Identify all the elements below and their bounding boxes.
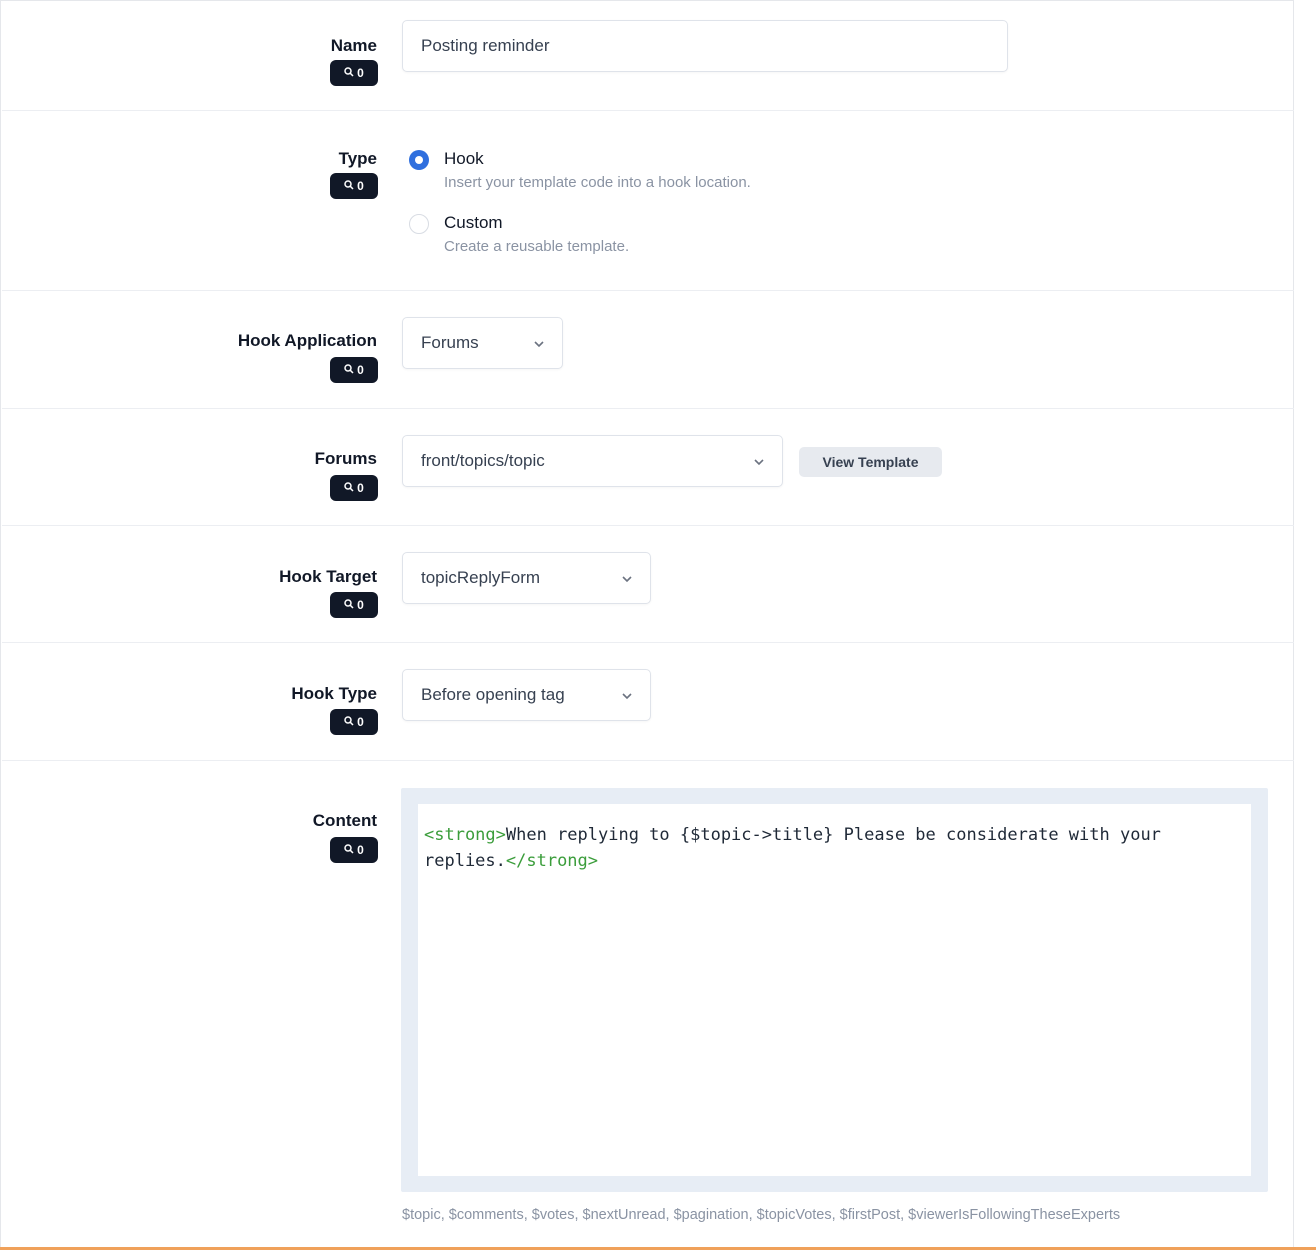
name-input-value: Posting reminder xyxy=(421,36,550,55)
hook-type-select[interactable]: Before opening tag xyxy=(402,669,651,721)
code-editor[interactable]: <strong>When replying to {$topic->title}… xyxy=(418,804,1251,1176)
form-row-hook-application: Hook Application 0 Forums xyxy=(2,291,1294,409)
chevron-down-icon xyxy=(620,688,634,702)
search-count-badge[interactable]: 0 xyxy=(330,60,378,86)
code-open-tag: <strong> xyxy=(424,825,506,845)
search-icon xyxy=(344,179,354,193)
radio-hook[interactable] xyxy=(409,150,429,170)
code-close-tag: </strong> xyxy=(505,851,599,871)
field-label-type: Type xyxy=(338,149,377,168)
search-icon xyxy=(344,843,354,857)
search-count-badge[interactable]: 0 xyxy=(330,475,378,501)
badge-count: 0 xyxy=(357,481,364,495)
form-row-name: Name 0 Posting reminder xyxy=(2,1,1294,111)
field-label-content: Content xyxy=(312,811,377,830)
field-label-hook-application: Hook Application xyxy=(237,331,377,350)
badge-count: 0 xyxy=(357,363,364,377)
chevron-down-icon xyxy=(532,336,546,350)
form-row-hook-type: Hook Type 0 Before opening tag xyxy=(2,643,1294,761)
search-count-badge[interactable]: 0 xyxy=(330,173,378,199)
search-count-badge[interactable]: 0 xyxy=(330,709,378,735)
radio-custom-description: Create a reusable template. xyxy=(444,238,630,255)
label-column: Type xyxy=(339,149,377,169)
label-column: Hook Type xyxy=(291,684,377,704)
forums-template-value: front/topics/topic xyxy=(421,451,545,470)
search-icon xyxy=(344,66,354,80)
view-template-button[interactable]: View Template xyxy=(799,447,942,477)
badge-count: 0 xyxy=(357,179,364,193)
chevron-down-icon xyxy=(620,571,634,585)
hook-type-value: Before opening tag xyxy=(421,685,565,704)
badge-count: 0 xyxy=(357,843,364,857)
badge-count: 0 xyxy=(357,598,364,612)
search-icon xyxy=(344,715,354,729)
hook-target-value: topicReplyForm xyxy=(421,568,541,587)
label-column: Content xyxy=(313,811,377,831)
hook-target-select[interactable]: topicReplyForm xyxy=(402,552,651,604)
label-column: Forums xyxy=(315,449,377,469)
radio-hook-title: Hook xyxy=(444,149,484,168)
search-icon xyxy=(344,481,354,495)
search-icon xyxy=(344,598,354,612)
field-label-hook-type: Hook Type xyxy=(291,684,377,703)
field-label-hook-target: Hook Target xyxy=(279,567,377,586)
form-row-forums: Forums 0 front/topics/topic View Templat… xyxy=(2,409,1294,526)
form-container: Name 0 Posting reminder Type 0 Hook Inse… xyxy=(0,0,1294,1248)
chevron-down-icon xyxy=(752,454,766,468)
badge-count: 0 xyxy=(357,715,364,729)
hook-application-select[interactable]: Forums xyxy=(402,317,563,369)
badge-count: 0 xyxy=(357,66,364,80)
radio-custom[interactable] xyxy=(409,214,429,234)
field-label-name: Name xyxy=(330,36,377,55)
search-count-badge[interactable]: 0 xyxy=(330,357,378,383)
available-variables: $topic, $comments, $votes, $nextUnread, … xyxy=(402,1207,1121,1223)
search-count-badge[interactable]: 0 xyxy=(330,837,378,863)
hook-application-value: Forums xyxy=(421,333,479,352)
label-column: Hook Application xyxy=(238,331,377,351)
field-label-forums: Forums xyxy=(314,449,377,468)
label-column: Name xyxy=(331,36,377,56)
radio-hook-description: Insert your template code into a hook lo… xyxy=(444,174,751,191)
label-column: Hook Target xyxy=(279,567,377,587)
form-row-type: Type 0 Hook Insert your template code in… xyxy=(2,111,1294,291)
form-row-hook-target: Hook Target 0 topicReplyForm xyxy=(2,526,1294,643)
search-count-badge[interactable]: 0 xyxy=(330,592,378,618)
search-icon xyxy=(344,363,354,377)
forums-template-select[interactable]: front/topics/topic xyxy=(402,435,783,487)
radio-custom-title: Custom xyxy=(444,213,503,232)
name-input[interactable]: Posting reminder xyxy=(402,20,1008,72)
code-editor-frame: <strong>When replying to {$topic->title}… xyxy=(401,788,1268,1192)
